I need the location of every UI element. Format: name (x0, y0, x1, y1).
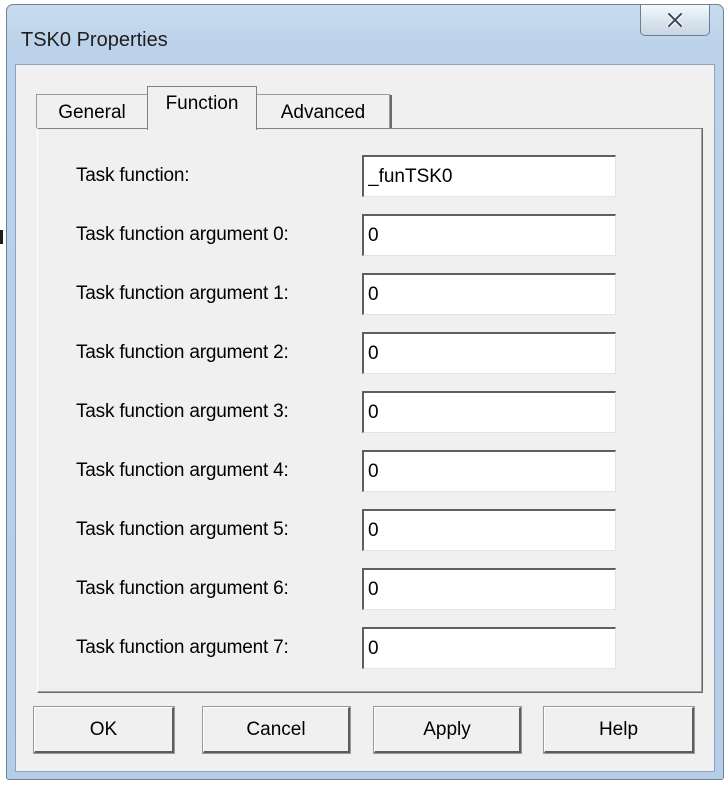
tab-advanced[interactable]: Advanced (256, 94, 392, 128)
window-title: TSK0 Properties (21, 29, 168, 51)
properties-dialog: TSK0 Properties General Function Advance… (6, 4, 724, 780)
arg-6-label: Task function argument 6: (76, 578, 289, 599)
arg-0-label: Task function argument 0: (76, 224, 289, 245)
field-row-arg-7: Task function argument 7: (38, 627, 702, 669)
apply-button[interactable]: Apply (373, 706, 522, 754)
field-row-arg-0: Task function argument 0: (38, 214, 702, 256)
tab-function[interactable]: Function (147, 86, 257, 130)
arg-7-label: Task function argument 7: (76, 637, 289, 658)
panel-inner: Task function: Task function argument 0:… (38, 129, 702, 692)
arg-4-input[interactable] (362, 450, 616, 492)
tab-general[interactable]: General (36, 94, 148, 128)
arg-3-label: Task function argument 3: (76, 401, 289, 422)
arg-2-label: Task function argument 2: (76, 342, 289, 363)
arg-0-input[interactable] (362, 214, 616, 256)
cancel-button[interactable]: Cancel (202, 706, 351, 754)
dialog-client-area: General Function Advanced Task function:… (15, 64, 715, 772)
function-tab-panel: Task function: Task function argument 0:… (37, 128, 703, 693)
background-edge-mark (0, 230, 3, 244)
help-button[interactable]: Help (543, 706, 695, 754)
field-row-arg-2: Task function argument 2: (38, 332, 702, 374)
arg-5-label: Task function argument 5: (76, 519, 289, 540)
task-function-input[interactable] (362, 155, 616, 197)
arg-2-input[interactable] (362, 332, 616, 374)
field-row-arg-3: Task function argument 3: (38, 391, 702, 433)
field-row-arg-5: Task function argument 5: (38, 509, 702, 551)
field-row-task-function: Task function: (38, 155, 702, 197)
arg-4-label: Task function argument 4: (76, 460, 289, 481)
task-function-label: Task function: (76, 165, 190, 186)
close-x-icon (667, 13, 683, 27)
arg-7-input[interactable] (362, 627, 616, 669)
field-row-arg-6: Task function argument 6: (38, 568, 702, 610)
arg-1-input[interactable] (362, 273, 616, 315)
close-button[interactable] (640, 5, 710, 36)
arg-3-input[interactable] (362, 391, 616, 433)
field-row-arg-1: Task function argument 1: (38, 273, 702, 315)
ok-button[interactable]: OK (33, 706, 175, 754)
field-row-arg-4: Task function argument 4: (38, 450, 702, 492)
arg-5-input[interactable] (362, 509, 616, 551)
arg-6-input[interactable] (362, 568, 616, 610)
arg-1-label: Task function argument 1: (76, 283, 289, 304)
